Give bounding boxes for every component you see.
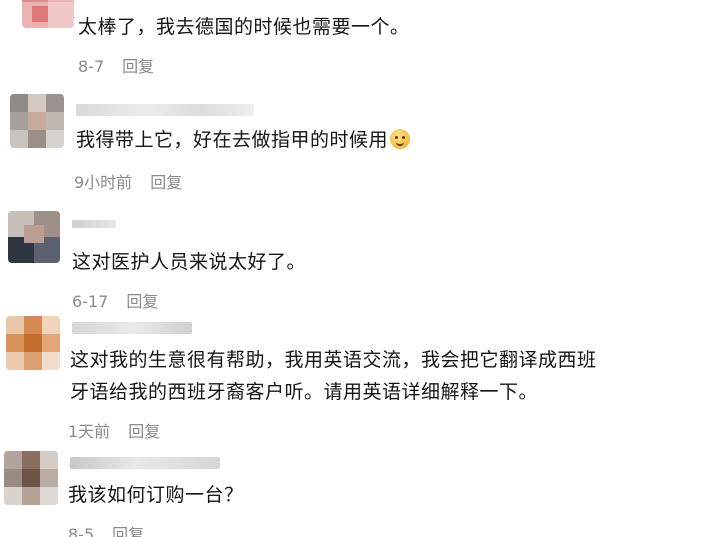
username-blurred[interactable] xyxy=(70,457,220,469)
avatar[interactable] xyxy=(4,451,58,505)
comment-item: 这对医护人员来说太好了。 6-17 回复 xyxy=(0,205,723,311)
comment-meta: 1天前 回复 xyxy=(68,418,160,442)
comment-meta: 6-17 回复 xyxy=(72,288,158,312)
comment-text-line-2: 牙语给我的西班牙裔客户听。请用英语详细解释一下。 xyxy=(70,381,539,403)
reply-button[interactable]: 回复 xyxy=(150,173,182,192)
avatar[interactable] xyxy=(6,316,60,370)
comment-date: 9小时前 xyxy=(74,173,133,192)
comment-item: 我该如何订购一台？ 8-5 回复 xyxy=(0,445,723,537)
comment-meta: 8-7 回复 xyxy=(78,53,154,77)
comment-feed: 太棒了，我去德国的时候也需要一个。 8-7 回复 我得带上它，好在去做指甲的时候用… xyxy=(0,0,723,537)
avatar[interactable] xyxy=(22,0,74,28)
comment-meta: 8-5 回复 xyxy=(68,521,144,537)
comment-text: 太棒了，我去德国的时候也需要一个。 xyxy=(78,16,410,38)
reply-button[interactable]: 回复 xyxy=(128,422,160,441)
avatar[interactable] xyxy=(10,94,64,148)
comment-text-line-1: 这对我的生意很有帮助，我用英语交流，我会把它翻译成西班 xyxy=(70,349,597,371)
reply-button[interactable]: 回复 xyxy=(126,292,158,311)
comment-text: 这对医护人员来说太好了。 xyxy=(72,251,307,273)
comment-text: 我该如何订购一台？ xyxy=(68,484,244,506)
comment-date: 6-17 xyxy=(72,292,109,311)
comment-item: 我得带上它，好在去做指甲的时候用 9小时前 回复 xyxy=(0,90,723,200)
comment-date: 1天前 xyxy=(68,422,111,441)
comment-text: 我得带上它，好在去做指甲的时候用 xyxy=(76,125,411,155)
username-blurred[interactable] xyxy=(76,104,254,116)
comment-text-content: 我得带上它，好在去做指甲的时候用 xyxy=(76,129,389,151)
comment-meta: 9小时前 回复 xyxy=(74,169,182,193)
comment-item: 太棒了，我去德国的时候也需要一个。 8-7 回复 xyxy=(0,0,723,90)
reply-button[interactable]: 回复 xyxy=(122,57,154,76)
comment-date: 8-5 xyxy=(68,525,95,537)
comment-item: 这对我的生意很有帮助，我用英语交流，我会把它翻译成西班 牙语给我的西班牙裔客户听… xyxy=(0,310,723,442)
username-blurred[interactable] xyxy=(72,220,116,228)
comment-date: 8-7 xyxy=(78,57,105,76)
reply-button[interactable]: 回复 xyxy=(112,525,144,537)
smiling-face-icon xyxy=(390,129,411,149)
avatar[interactable] xyxy=(8,211,60,263)
username-blurred[interactable] xyxy=(72,322,192,334)
